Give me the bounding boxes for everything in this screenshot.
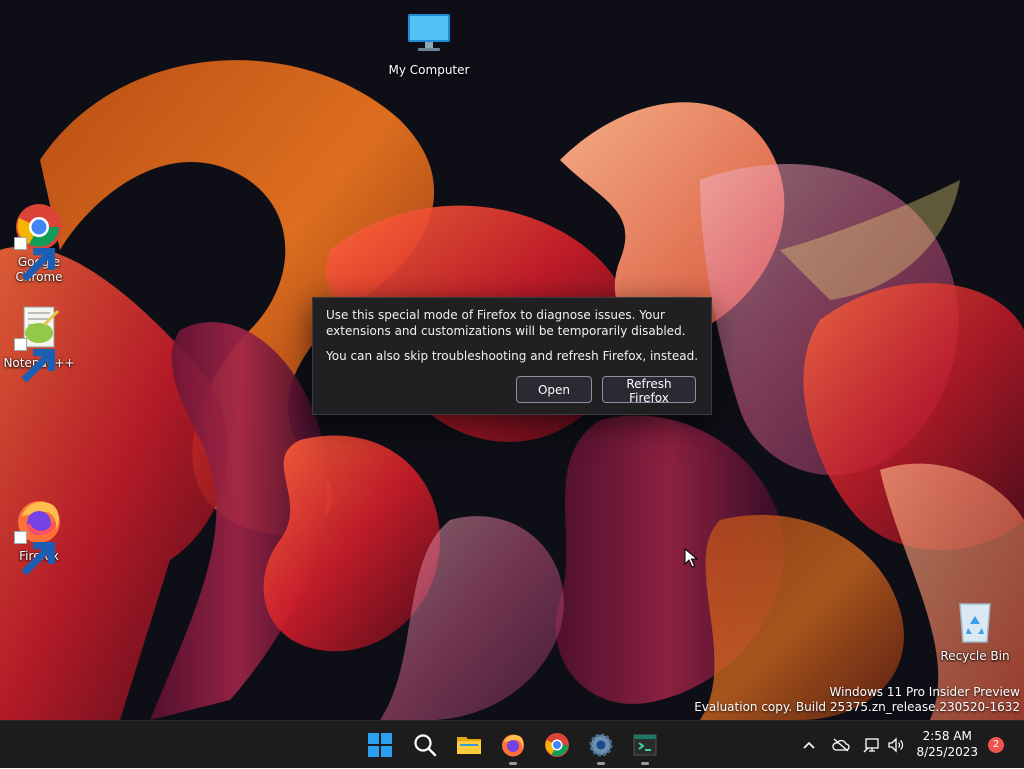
- running-indicator: [641, 762, 649, 765]
- search-icon: [414, 734, 437, 757]
- troubleshoot-mode-dialog: Use this special mode of Firefox to diag…: [312, 297, 712, 415]
- start-button[interactable]: [360, 721, 400, 769]
- clock-date: 8/25/2023: [916, 745, 978, 759]
- running-indicator: [597, 762, 605, 765]
- file-explorer-icon: [457, 737, 481, 754]
- settings-icon: [589, 733, 613, 757]
- taskbar-file-explorer[interactable]: [449, 721, 489, 769]
- search-button[interactable]: [405, 721, 445, 769]
- open-button[interactable]: Open: [516, 376, 592, 403]
- desktop-icon-label: Recycle Bin: [940, 649, 1010, 663]
- network-icon: [863, 738, 879, 753]
- chevron-up-icon: [803, 741, 815, 749]
- refresh-firefox-button[interactable]: Refresh Firefox: [602, 376, 696, 405]
- dialog-message: Use this special mode of Firefox to diag…: [326, 308, 686, 338]
- dialog-secondary-message: You can also skip troubleshooting and re…: [326, 349, 699, 363]
- windows-watermark: Windows 11 Pro Insider Preview Evaluatio…: [694, 685, 1020, 715]
- network-button[interactable]: [862, 721, 882, 769]
- taskbar: 2:58 AM 8/25/2023 2: [0, 720, 1024, 768]
- desktop-icon-google-chrome[interactable]: Google Chrome: [0, 202, 81, 285]
- onedrive-button[interactable]: [830, 721, 852, 769]
- chrome-icon: [14, 202, 64, 282]
- notification-badge[interactable]: 2: [988, 737, 1004, 753]
- taskbar-chrome[interactable]: [537, 721, 577, 769]
- dialog-buttons: Open Refresh Firefox: [516, 376, 696, 405]
- mouse-cursor-icon: [684, 548, 698, 568]
- taskbar-settings[interactable]: [581, 721, 621, 769]
- desktop-icon-my-computer[interactable]: My Computer: [387, 10, 471, 78]
- cloud-offline-icon: [832, 738, 850, 752]
- desktop-icon-notepad-plus-plus[interactable]: Notepad++: [0, 303, 81, 383]
- watermark-build: Evaluation copy. Build 25375.zn_release.…: [694, 700, 1020, 714]
- terminal-icon: [633, 734, 657, 756]
- desktop-icon-label: My Computer: [388, 63, 470, 77]
- desktop-icon-firefox[interactable]: Firefox: [0, 496, 81, 576]
- watermark-edition: Windows 11 Pro Insider Preview: [829, 685, 1020, 699]
- windows-start-icon: [368, 733, 392, 757]
- chrome-icon: [545, 733, 569, 757]
- clock-time: 2:58 AM: [922, 729, 972, 743]
- firefox-icon: [14, 496, 64, 576]
- shortcut-arrow-icon: [14, 338, 56, 383]
- speaker-icon: [888, 737, 904, 753]
- firefox-icon: [502, 734, 524, 757]
- taskbar-terminal[interactable]: [625, 721, 665, 769]
- taskbar-firefox[interactable]: [493, 721, 533, 769]
- volume-button[interactable]: [886, 721, 906, 769]
- shortcut-arrow-icon: [14, 237, 56, 282]
- monitor-icon: [404, 10, 454, 60]
- show-hidden-icons-button[interactable]: [800, 721, 818, 769]
- desktop[interactable]: My Computer Google Chrome Notepad++ Fire…: [0, 0, 1024, 720]
- recycle-bin-icon: [950, 596, 1000, 646]
- shortcut-arrow-icon: [14, 531, 56, 576]
- running-indicator: [509, 762, 517, 765]
- desktop-icon-recycle-bin[interactable]: Recycle Bin: [933, 596, 1017, 664]
- notepad-plus-plus-icon: [14, 303, 64, 383]
- clock[interactable]: 2:58 AM 8/25/2023: [916, 728, 978, 760]
